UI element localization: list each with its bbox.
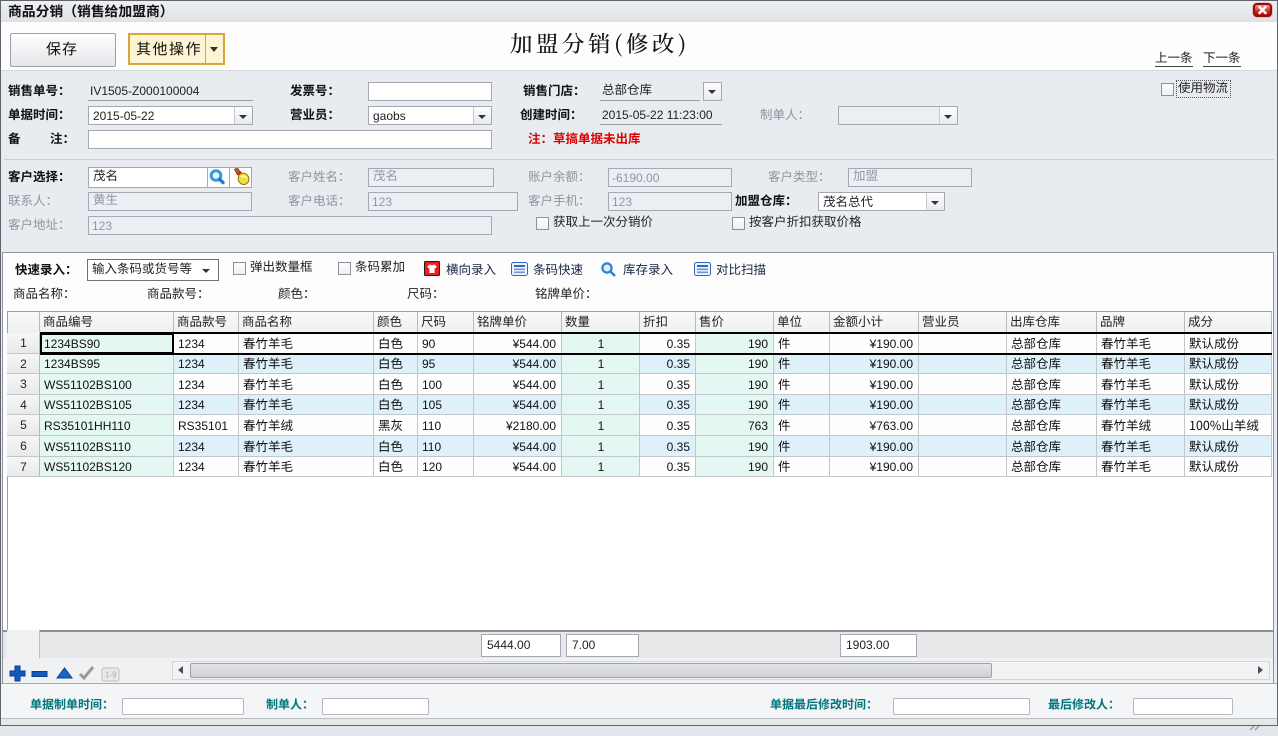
svg-text:1-9: 1-9: [105, 671, 117, 680]
